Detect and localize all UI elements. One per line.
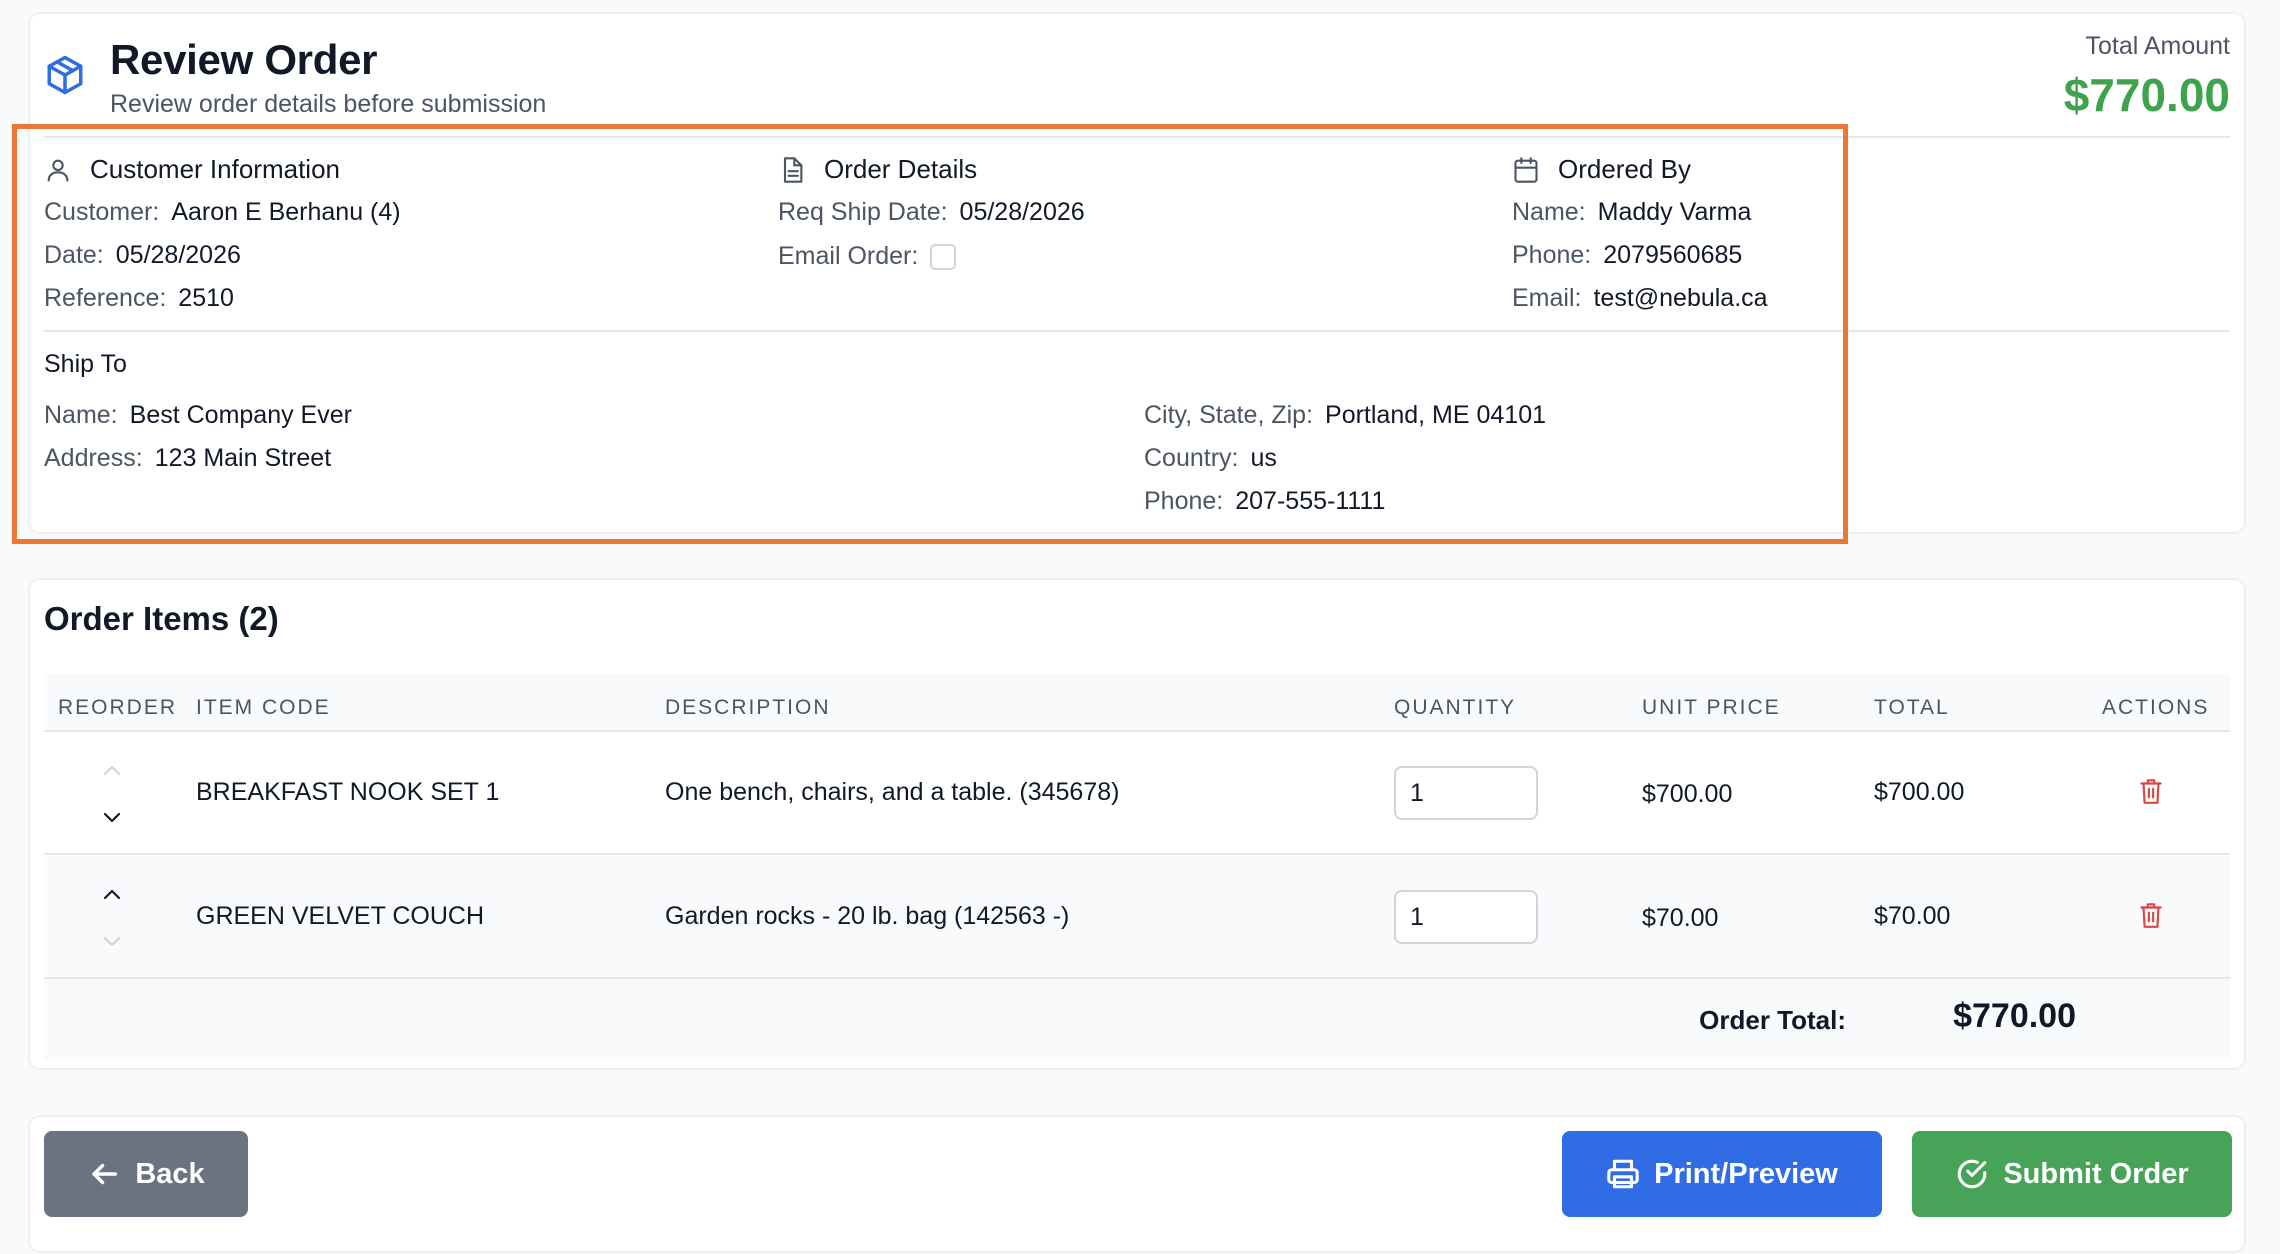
unit-price: $700.00	[1642, 780, 1733, 808]
column-header-quantity: QUANTITY	[1394, 696, 1517, 719]
item-code: BREAKFAST NOOK SET 1	[196, 778, 500, 806]
check-circle-icon	[1958, 1159, 1987, 1189]
actions-bar: Back Print/Preview Submit Order	[28, 1115, 2246, 1253]
chevron-up-icon[interactable]	[101, 762, 123, 778]
ship-to-address-row: Address: 123 Main Street	[44, 444, 332, 472]
ship-to-name-row: Name: Best Company Ever	[44, 401, 352, 429]
trash-icon[interactable]	[2138, 776, 2164, 806]
row-total: $70.00	[1874, 902, 1951, 930]
review-order-card: Review Order Review order details before…	[28, 12, 2246, 534]
ship-to-phone-row: Phone: 207-555-1111	[1144, 487, 1386, 515]
item-description: One bench, chairs, and a table. (345678)	[665, 778, 1120, 806]
order-total-row: Order Total: $770.00	[44, 979, 2230, 1059]
row-total: $700.00	[1874, 778, 1965, 806]
unit-price: $70.00	[1642, 904, 1719, 932]
order-details-heading: Order Details	[824, 154, 978, 184]
submit-order-button[interactable]: Submit Order	[1912, 1131, 2232, 1217]
document-icon	[783, 157, 803, 183]
print-preview-button[interactable]: Print/Preview	[1562, 1131, 1882, 1217]
date-row: Date: 05/28/2026	[44, 241, 241, 269]
ordered-by-name-row: Name: Maddy Varma	[1512, 198, 1752, 226]
printer-icon	[1607, 1159, 1639, 1189]
email-order-checkbox[interactable]	[930, 244, 957, 270]
trash-icon[interactable]	[2138, 900, 2164, 930]
order-items-title: Order Items (2)	[44, 600, 279, 637]
quantity-input[interactable]	[1394, 766, 1538, 820]
total-amount-label: Total Amount	[2085, 32, 2230, 60]
table-header: REORDER ITEM CODE DESCRIPTION QUANTITY U…	[44, 674, 2230, 732]
divider	[44, 330, 2230, 332]
column-header-description: DESCRIPTION	[665, 696, 831, 719]
table-row: BREAKFAST NOOK SET 1 One bench, chairs, …	[44, 732, 2230, 855]
ship-to-city-row: City, State, Zip: Portland, ME 04101	[1144, 401, 1547, 429]
back-button-label: Back	[135, 1157, 205, 1190]
column-header-actions: ACTIONS	[2102, 696, 2210, 719]
column-header-total: TOTAL	[1874, 696, 1950, 719]
print-preview-label: Print/Preview	[1654, 1157, 1838, 1190]
reference-row: Reference: 2510	[44, 284, 234, 312]
page-subtitle: Review order details before submission	[110, 90, 547, 118]
submit-order-label: Submit Order	[2003, 1157, 2189, 1190]
item-description: Garden rocks - 20 lb. bag (142563 -)	[665, 902, 1070, 930]
chevron-down-icon[interactable]	[101, 810, 123, 826]
package-icon	[47, 55, 83, 95]
calendar-icon	[1514, 157, 1538, 183]
column-header-reorder: REORDER	[58, 696, 178, 719]
order-total-label: Order Total:	[1699, 1005, 1846, 1035]
page-title: Review Order	[110, 36, 378, 83]
chevron-up-icon[interactable]	[101, 886, 123, 902]
table-row: GREEN VELVET COUCH Garden rocks - 20 lb.…	[44, 856, 2230, 979]
ship-date-row: Req Ship Date: 05/28/2026	[778, 198, 1085, 226]
total-amount-value: $770.00	[2063, 69, 2230, 121]
customer-info-heading: Customer Information	[90, 154, 340, 184]
user-icon	[47, 159, 69, 182]
divider	[44, 136, 2230, 138]
order-total-value: $770.00	[1953, 997, 2076, 1035]
ship-to-country-row: Country: us	[1144, 444, 1277, 472]
order-items-card: Order Items (2) REORDER ITEM CODE DESCRI…	[28, 578, 2246, 1070]
quantity-input[interactable]	[1394, 890, 1538, 944]
ordered-by-heading: Ordered By	[1558, 154, 1691, 184]
ordered-by-phone-row: Phone: 2079560685	[1512, 241, 1743, 269]
ship-to-heading: Ship To	[44, 350, 127, 378]
column-header-unit-price: UNIT PRICE	[1642, 696, 1781, 719]
customer-row: Customer: Aaron E Berhanu (4)	[44, 198, 401, 226]
ordered-by-email-row: Email: test@nebula.ca	[1512, 284, 1768, 312]
back-button[interactable]: Back	[44, 1131, 248, 1217]
email-order-row: Email Order:	[778, 242, 957, 271]
column-header-item-code: ITEM CODE	[196, 696, 331, 719]
arrow-left-icon	[92, 1163, 118, 1185]
item-code: GREEN VELVET COUCH	[196, 902, 485, 930]
chevron-down-icon[interactable]	[101, 934, 123, 950]
